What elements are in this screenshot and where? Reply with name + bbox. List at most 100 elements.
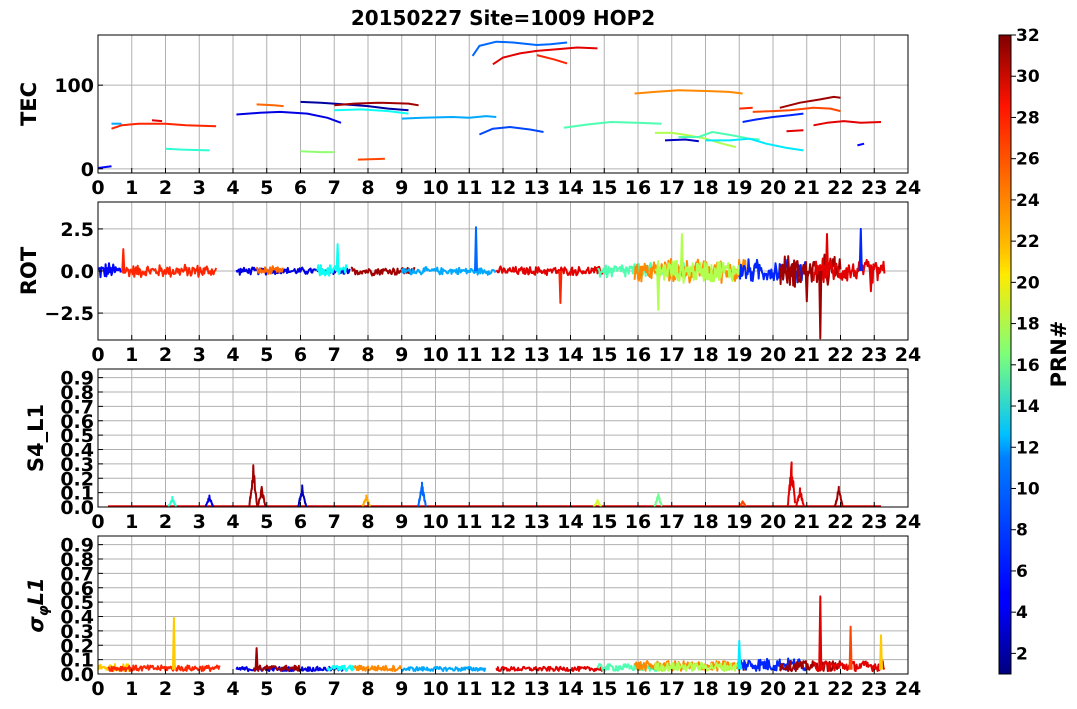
x-tick-label: 8 [361,511,374,533]
colorbar-tick-label: 16 [1016,356,1040,376]
spike-prn-8 [474,226,478,272]
colorbar-tick-label: 22 [1016,232,1040,252]
x-tick-label: 16 [625,344,651,366]
colorbar-tick-label: 4 [1016,603,1028,623]
spike-prn-22 [171,616,176,670]
x-tick-label: 17 [659,177,685,199]
x-tick-label: 6 [294,344,307,366]
x-tick-label: 13 [524,177,550,199]
x-tick-label: 11 [456,511,482,533]
x-tick-label: 20 [760,678,786,700]
x-tick-label: 1 [125,678,138,700]
x-tick-label: 8 [361,344,374,366]
x-tick-label: 21 [794,344,820,366]
colorbar-tick-label: 2 [1016,644,1028,664]
x-tick-label: 3 [193,678,206,700]
x-tick-label: 5 [260,678,273,700]
y-tick-label: 100 [54,75,94,97]
x-tick-label: 17 [659,678,685,700]
x-tick-label: 7 [328,511,341,533]
x-tick-label: 10 [422,177,448,199]
x-tick-label: 18 [692,177,718,199]
figure: 20150227 Site=1009 HOP2 0 1 2 3 4 5 6 7 8 9 10 11 12… [17,6,1071,700]
x-tick-label: 3 [193,511,206,533]
x-tick-label: 15 [591,177,617,199]
x-tick-label: 6 [294,511,307,533]
x-tick-label: 14 [557,678,583,700]
x-tick-label: 16 [625,177,651,199]
y-tick-label: 0.9 [60,368,94,390]
x-tick-label: 4 [226,511,239,533]
x-tick-label: 9 [395,344,408,366]
x-tick-label: 11 [456,678,482,700]
spike-prn-13 [335,243,340,272]
colorbar-label: PRN# [1047,321,1071,388]
x-tick-label: 10 [422,511,448,533]
x-tick-label: 19 [726,177,752,199]
x-tick-label: 7 [328,678,341,700]
colorbar-tick-label: 20 [1016,273,1040,293]
colorbar: 2468101214161820222426283032 PRN# [998,26,1071,675]
x-tick-label: 21 [794,177,820,199]
colorbar-tick-label: 14 [1016,397,1040,417]
x-tick-label: 24 [895,344,921,366]
x-tick-label: 23 [861,344,887,366]
spike-prn-29 [868,270,873,293]
x-tick-label: 23 [861,177,887,199]
x-tick-label: 22 [827,511,853,533]
colorbar-tick-label: 24 [1016,191,1040,211]
colorbar-tick-label: 30 [1016,67,1040,87]
x-tick-label: 1 [125,511,138,533]
x-tick-label: 20 [760,177,786,199]
x-tick-label: 22 [827,177,853,199]
x-tick-label: 6 [294,678,307,700]
x-tick-label: 2 [159,344,172,366]
x-tick-label: 17 [659,511,685,533]
x-tick-label: 8 [361,177,374,199]
x-tick-label: 12 [490,678,516,700]
colorbar-tick-label: 26 [1016,150,1040,170]
x-tick-label: 17 [659,344,685,366]
x-tick-label: 2 [159,177,172,199]
colorbar-gradient [998,34,1012,675]
spike-prn-18 [656,270,661,311]
y-tick-label: 0 [81,159,94,181]
x-tick-label: 12 [490,177,516,199]
x-tick-label: 0 [91,344,104,366]
series-prn-17 [300,150,335,154]
x-tick-label: 15 [591,344,617,366]
y-axis: 0.00.10.20.30.40.50.60.70.80.9 [60,535,103,686]
x-tick-label: 21 [794,511,820,533]
panels: 0 1 2 3 4 5 6 7 8 9 10 11 12 13 14 15 16 17 18 19 20 21 22 23 24… [17,34,921,700]
x-tick-label: 18 [692,344,718,366]
colorbar-tick-label: 32 [1016,26,1040,46]
colorbar-tick-label: 18 [1016,315,1040,335]
x-tick-label: 24 [895,678,921,700]
y-tick-label: 0.9 [60,535,94,557]
y-tick-label: −2.5 [44,303,94,325]
x-tick-label: 22 [827,678,853,700]
spike-prn-27 [558,270,563,304]
x-tick-label: 24 [895,511,921,533]
x-tick-label: 4 [226,177,239,199]
x-tick-label: 13 [524,678,550,700]
spike-prn-31 [804,270,809,303]
x-tick-label: 18 [692,511,718,533]
x-tick-label: 4 [226,344,239,366]
x-tick-label: 14 [557,177,583,199]
x-tick-label: 7 [328,344,341,366]
x-tick-label: 19 [726,678,752,700]
x-tick-label: 12 [490,511,516,533]
x-tick-label: 20 [760,511,786,533]
x-tick-label: 19 [726,511,752,533]
x-tick-label: 7 [328,177,341,199]
x-tick-label: 22 [827,344,853,366]
colorbar-tick-label: 28 [1016,108,1040,128]
spike-prn-29 [825,233,829,272]
colorbar-tick-label: 8 [1016,521,1028,541]
series-prn-26 [357,157,385,161]
x-tick-label: 4 [226,678,239,700]
x-tick-label: 23 [861,678,887,700]
spike-prn-29 [818,595,823,670]
y-axis-label: ROT [17,246,41,295]
